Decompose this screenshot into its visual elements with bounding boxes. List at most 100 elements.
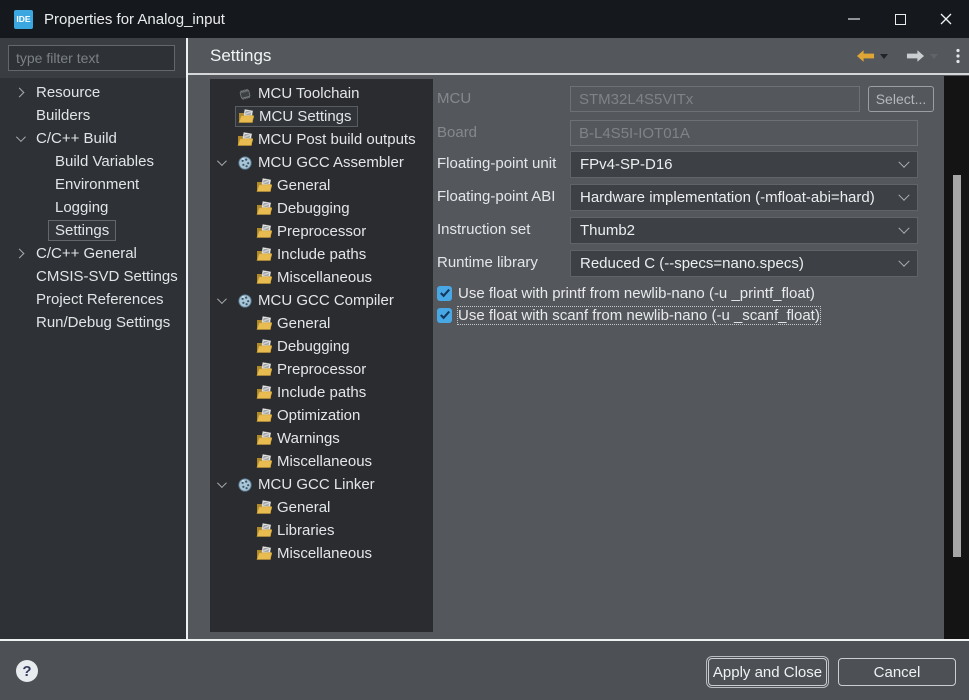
tree-item-label: Miscellaneous [277,453,372,470]
tool-tree-item-cc-preprocessor[interactable]: Preprocessor [210,358,433,381]
sidebar-item-label: Resource [36,84,100,101]
sidebar-item-cpp-general[interactable]: C/C++ General [0,242,186,265]
filter-input[interactable] [8,45,175,71]
tree-item-label: Debugging [277,200,350,217]
tree-item-label: Include paths [277,246,366,263]
settings-content: MCU Toolchain MCU Settings MCU Post buil… [188,75,969,639]
sidebar-item-cmsis-svd[interactable]: CMSIS-SVD Settings [0,265,186,288]
scanf-float-checkbox[interactable] [437,308,452,323]
tool-tree-item-post-build[interactable]: MCU Post build outputs [210,128,433,151]
tree-item-label: Include paths [277,384,366,401]
instruction-set-select[interactable]: Thumb2 [570,217,918,244]
fpu-select[interactable]: FPv4-SP-D16 [570,151,918,178]
printf-float-checkbox[interactable] [437,286,452,301]
page-title: Settings [210,46,271,66]
sidebar-item-project-references[interactable]: Project References [0,288,186,311]
sidebar-item-settings[interactable]: Settings [0,219,186,242]
chevron-down-icon[interactable] [217,294,227,304]
tool-tree-item-ld-libraries[interactable]: Libraries [210,519,433,542]
instruction-set-value: Thumb2 [580,222,635,239]
tree-item-label: Optimization [277,407,360,424]
chevron-down-icon[interactable] [217,478,227,488]
chevron-down-icon [898,222,909,233]
scanf-float-checkbox-row: Use float with scanf from newlib-nano (-… [437,307,820,323]
back-history-caret-icon[interactable] [880,54,888,59]
sidebar-item-cpp-build[interactable]: C/C++ Build [0,127,186,150]
sidebar-item-build-variables[interactable]: Build Variables [0,150,186,173]
tool-tree-item-cc-debugging[interactable]: Debugging [210,335,433,358]
folder-icon [256,546,272,562]
tree-item-label: MCU Settings [259,108,352,125]
tool-tree-item-asm-misc[interactable]: Miscellaneous [210,266,433,289]
footer: ? Apply and Close Cancel [0,641,969,700]
chevron-down-icon[interactable] [217,156,227,166]
sidebar-item-logging[interactable]: Logging [0,196,186,219]
tool-tree-item-cc-misc[interactable]: Miscellaneous [210,450,433,473]
help-button[interactable]: ? [16,660,38,682]
mcu-label: MCU [437,86,471,112]
chevron-right-icon[interactable] [15,88,25,98]
scanf-float-label[interactable]: Use float with scanf from newlib-nano (-… [458,307,820,324]
vertical-scrollbar[interactable] [944,76,969,639]
view-menu-icon[interactable] [956,48,960,64]
sidebar-item-label: Logging [55,199,108,216]
cancel-button[interactable]: Cancel [838,658,956,686]
folder-icon [256,270,272,286]
runtime-library-select[interactable]: Reduced C (--specs=nano.specs) [570,250,918,277]
tool-tree-item-cc-optimization[interactable]: Optimization [210,404,433,427]
check-icon [439,288,451,298]
titlebar: IDE Properties for Analog_input [0,0,969,38]
fpu-label: Floating-point unit [437,151,556,177]
folder-icon [238,109,254,125]
sidebar-item-environment[interactable]: Environment [0,173,186,196]
sidebar-item-label: Project References [36,291,164,308]
folder-icon [256,385,272,401]
tool-tree-item-mcu-settings[interactable]: MCU Settings [210,105,433,128]
forward-history-caret-icon[interactable] [930,54,938,59]
tree-item-label: General [277,499,330,516]
tool-tree-item-assembler[interactable]: MCU GCC Assembler [210,151,433,174]
printf-float-label[interactable]: Use float with printf from newlib-nano (… [458,285,815,302]
back-arrow-icon[interactable] [856,49,875,63]
sidebar-item-builders[interactable]: Builders [0,104,186,127]
tool-ball-icon [237,155,253,171]
tree-item-label: MCU Toolchain [258,85,359,102]
tool-tree-item-cc-warnings[interactable]: Warnings [210,427,433,450]
scrollbar-thumb[interactable] [953,175,961,557]
window-title: Properties for Analog_input [44,11,225,28]
tool-tree-item-asm-include-paths[interactable]: Include paths [210,243,433,266]
folder-icon [256,454,272,470]
tool-tree-item-cc-include-paths[interactable]: Include paths [210,381,433,404]
close-button[interactable] [923,0,969,38]
apply-and-close-button[interactable]: Apply and Close [708,658,827,686]
tool-tree-item-asm-debugging[interactable]: Debugging [210,197,433,220]
sidebar-item-label: CMSIS-SVD Settings [36,268,178,285]
minimize-icon [848,18,860,20]
fabi-value: Hardware implementation (-mfloat-abi=har… [580,189,875,206]
mcu-field: STM32L4S5VITx [570,86,860,112]
tool-tree-item-cc-general[interactable]: General [210,312,433,335]
tool-tree-item-asm-general[interactable]: General [210,174,433,197]
sidebar-item-resource[interactable]: Resource [0,81,186,104]
fabi-select[interactable]: Hardware implementation (-mfloat-abi=har… [570,184,918,211]
tool-tree-item-linker[interactable]: MCU GCC Linker [210,473,433,496]
minimize-button[interactable] [831,0,877,38]
tool-tree-item-compiler[interactable]: MCU GCC Compiler [210,289,433,312]
tree-item-label: Debugging [277,338,350,355]
settings-header: Settings [188,38,969,74]
tool-tree-item-mcu-toolchain[interactable]: MCU Toolchain [210,82,433,105]
maximize-button[interactable] [877,0,923,38]
sidebar-item-run-debug[interactable]: Run/Debug Settings [0,311,186,334]
category-tree: Resource Builders C/C++ Build Build Vari… [0,78,186,639]
tool-tree-item-ld-general[interactable]: General [210,496,433,519]
tool-tree-item-asm-preprocessor[interactable]: Preprocessor [210,220,433,243]
chevron-right-icon[interactable] [15,249,25,259]
sidebar-item-label: Settings [48,220,116,241]
tool-tree-item-ld-misc[interactable]: Miscellaneous [210,542,433,565]
tree-item-label: Warnings [277,430,340,447]
chevron-down-icon[interactable] [16,132,26,142]
filter-band [0,38,186,78]
tool-ball-icon [237,477,253,493]
sidebar-item-label: C/C++ General [36,245,137,262]
forward-arrow-icon[interactable] [906,49,925,63]
